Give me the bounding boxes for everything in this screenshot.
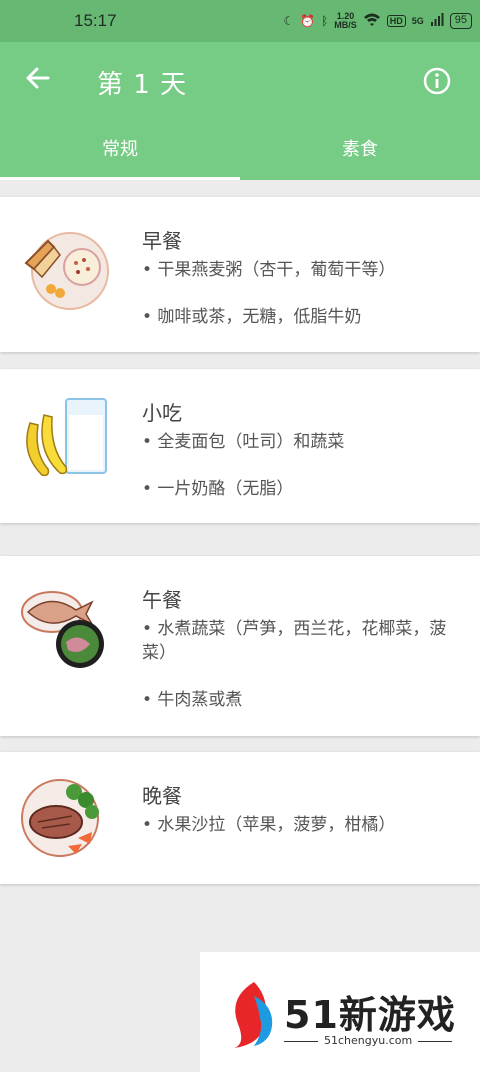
alarm-icon: ⏰ xyxy=(300,14,316,28)
watermark-divider xyxy=(284,1041,318,1042)
app-bar: 第 1 天 常规 素食 xyxy=(0,42,480,180)
meal-title: 早餐 xyxy=(142,229,182,253)
snack-illustration xyxy=(26,398,107,477)
signal-icon xyxy=(430,12,444,30)
meal-card-breakfast[interactable]: 早餐 • 干果燕麦粥（杏干，葡萄干等） • 咖啡或茶，无糖，低脂牛奶 xyxy=(0,197,480,352)
meal-item: • 牛肉蒸或煮 xyxy=(142,690,243,710)
tab-regular[interactable]: 常规 xyxy=(0,130,240,180)
watermark-brand: 51新游戏 xyxy=(284,993,456,1037)
hd-badge: HD xyxy=(386,15,406,27)
moon-icon: ☾ xyxy=(283,14,295,28)
meal-item: • 全麦面包（吐司）和蔬菜 xyxy=(142,432,345,452)
tab-vegetarian[interactable]: 素食 xyxy=(240,130,480,180)
lunch-illustration xyxy=(21,591,104,668)
meal-card-dinner[interactable]: 晚餐 • 水果沙拉（苹果，菠萝，柑橘） xyxy=(0,752,480,884)
signal-label: 5G xyxy=(411,16,424,26)
meal-item: • 水果沙拉（苹果，菠萝，柑橘） xyxy=(142,815,396,835)
back-arrow-icon[interactable] xyxy=(22,62,54,94)
meal-title: 午餐 xyxy=(142,588,182,612)
meal-card-snack[interactable]: 小吃 • 全麦面包（吐司）和蔬菜 • 一片奶酪（无脂） xyxy=(0,369,480,523)
info-icon[interactable] xyxy=(422,66,452,96)
meal-title: 小吃 xyxy=(142,401,182,425)
meal-item: • 水煮蔬菜（芦笋，西兰花，花椰菜，菠菜） xyxy=(142,619,447,663)
meal-card-lunch[interactable]: 午餐 • 水煮蔬菜（芦笋，西兰花，花椰菜，菠菜） • 牛肉蒸或煮 xyxy=(0,556,480,736)
network-speed: 1.20 MB/S xyxy=(334,11,357,30)
wifi-icon xyxy=(363,13,381,30)
meal-item: • 干果燕麦粥（杏干，葡萄干等） xyxy=(142,260,396,280)
meal-item: • 咖啡或茶，无糖，低脂牛奶 xyxy=(142,307,362,327)
meal-item: • 一片奶酪（无脂） xyxy=(142,479,294,499)
status-bar: 15:17 ☾ ⏰ ᛒ 1.20 MB/S HD 5G 95 xyxy=(0,0,480,42)
battery-indicator: 95 xyxy=(449,13,472,29)
bluetooth-icon: ᛒ xyxy=(321,14,329,28)
status-time: 15:17 xyxy=(74,11,117,30)
page-title: 第 1 天 xyxy=(97,70,188,100)
tab-bar: 常规 素食 xyxy=(0,130,480,180)
dinner-illustration xyxy=(21,779,99,857)
breakfast-illustration xyxy=(24,232,109,310)
watermark-divider xyxy=(418,1041,452,1042)
watermark-url: 51chengyu.com xyxy=(324,1034,413,1047)
meal-title: 晚餐 xyxy=(142,784,182,808)
watermark-logo-icon xyxy=(234,982,273,1048)
status-icons: ☾ ⏰ ᛒ 1.20 MB/S HD 5G 95 xyxy=(283,12,472,30)
watermark: 51新游戏 51chengyu.com xyxy=(200,952,480,1072)
